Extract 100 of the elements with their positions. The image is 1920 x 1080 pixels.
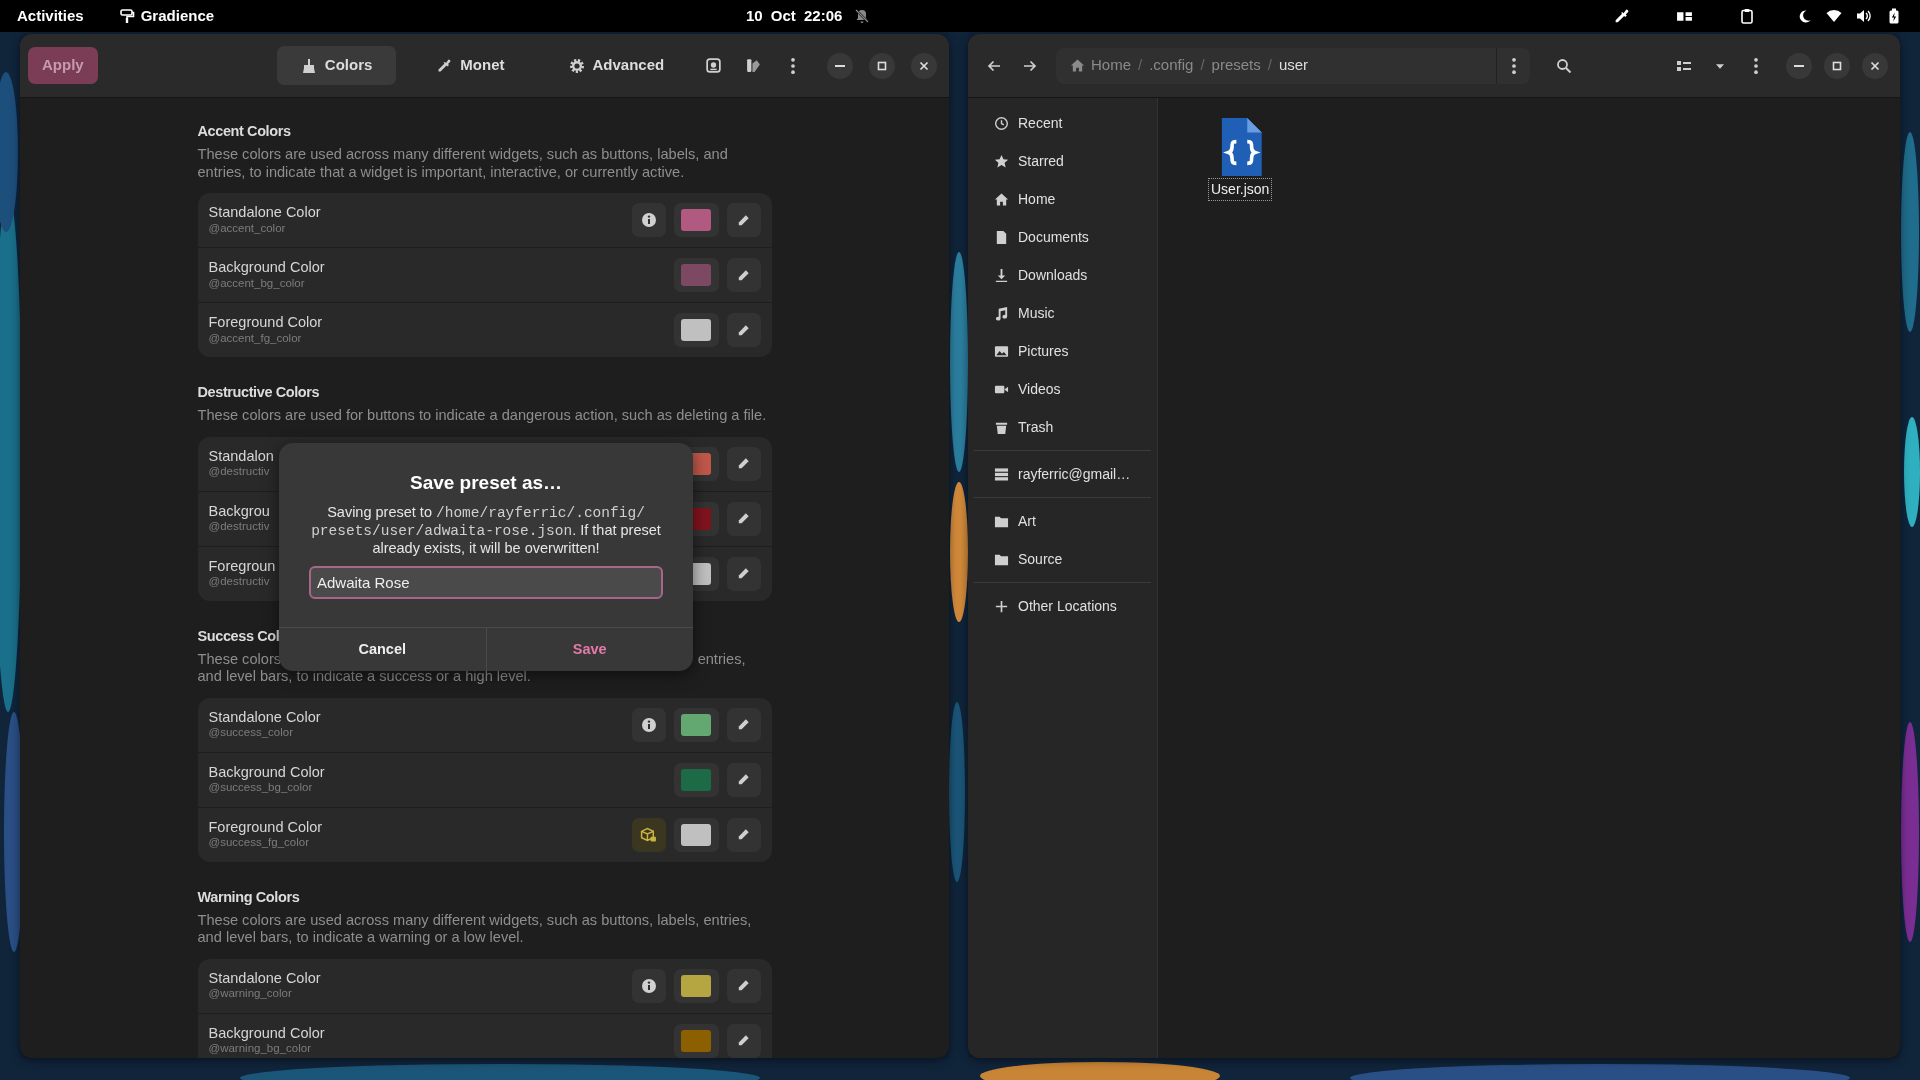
server-icon [994, 466, 1009, 482]
brush-icon [300, 57, 317, 74]
edit-button[interactable] [726, 1023, 761, 1058]
info-button[interactable] [631, 707, 666, 742]
sidebar-item[interactable]: Home [974, 180, 1151, 218]
app-menu-title[interactable]: Gradience [140, 4, 215, 28]
volume-icon[interactable] [1856, 8, 1872, 24]
eyedropper-icon [436, 57, 453, 74]
edit-button[interactable] [726, 817, 761, 852]
menu-icon [791, 57, 795, 74]
maximize-button[interactable] [1824, 52, 1850, 79]
close-button[interactable] [911, 52, 937, 79]
edit-button[interactable] [726, 203, 761, 237]
sidebar-item[interactable]: Trash [974, 408, 1151, 446]
variable-name: @destructiv [208, 575, 270, 590]
preset-name-field[interactable]: Adwaita Rose [309, 565, 663, 599]
activities-button[interactable]: Activities [17, 4, 84, 28]
minimize-button[interactable] [827, 52, 853, 79]
menu-icon [1511, 57, 1516, 74]
info-icon [640, 716, 657, 733]
pencil-icon [736, 772, 751, 787]
package-button[interactable] [631, 817, 666, 852]
sidebar-item[interactable]: Art [974, 502, 1151, 540]
variable-name: @success_fg_color [208, 836, 310, 851]
moon-icon[interactable] [1797, 8, 1812, 24]
wifi-icon[interactable] [1826, 8, 1842, 24]
info-button[interactable] [631, 968, 666, 1003]
sidebar-item[interactable]: Pictures [974, 332, 1151, 370]
row-title: Foregroun [208, 557, 276, 576]
color-button[interactable] [673, 707, 719, 742]
variable-name: @success_color [208, 726, 294, 741]
color-button[interactable] [673, 203, 719, 237]
edit-button[interactable] [726, 762, 761, 797]
path-crumb[interactable]: user [1274, 54, 1313, 77]
save-button[interactable]: Save [485, 628, 693, 671]
cancel-button[interactable]: Cancel [279, 628, 486, 671]
dialog-title: Save preset as… [409, 471, 563, 495]
maximize-button[interactable] [869, 52, 895, 79]
section-description: and level bars, to indicate a success or a high level. [197, 668, 531, 686]
pencil-icon [736, 717, 751, 732]
tab[interactable]: Advanced [544, 46, 689, 85]
gear-icon [568, 57, 585, 74]
edit-button[interactable] [726, 556, 761, 591]
row-title: Standalone Color [208, 969, 321, 988]
edit-button[interactable] [726, 258, 761, 292]
color-button[interactable] [673, 762, 719, 797]
sidebar-item[interactable]: Source [974, 540, 1151, 578]
file-name[interactable]: User.json [1208, 178, 1273, 201]
variable-name: @accent_bg_color [208, 276, 305, 291]
section-description: These colors are used across many different widgets, such as buttons, labels, and entries, to indicate that a widget is important, interactive, or currently active. [197, 146, 729, 181]
tab[interactable]: Monet [412, 46, 529, 85]
sidebar-item[interactable]: Music [974, 294, 1151, 332]
sidebar-item[interactable]: Documents [974, 218, 1151, 256]
edit-button[interactable] [726, 501, 761, 536]
path-crumb[interactable]: presets [1207, 54, 1265, 77]
close-button[interactable] [1862, 52, 1888, 79]
tab[interactable]: Colors [276, 46, 397, 85]
variable-name: @warning_bg_color [208, 1042, 311, 1057]
search-icon [1556, 57, 1572, 74]
sidebar-item[interactable]: rayferric@gmail… [974, 455, 1151, 493]
color-button[interactable] [673, 258, 719, 292]
info-icon [640, 212, 657, 228]
color-button[interactable] [673, 1023, 719, 1058]
clock-icon [994, 115, 1009, 131]
info-button[interactable] [631, 203, 666, 237]
edit-button[interactable] [726, 313, 761, 347]
row-title: Background Color [208, 763, 325, 782]
minimize-button[interactable] [1786, 52, 1812, 79]
variable-name: @success_bg_color [208, 781, 313, 796]
color-button[interactable] [673, 313, 719, 347]
star-icon [994, 153, 1009, 169]
edit-button[interactable] [726, 707, 761, 742]
paint-roller-icon [118, 8, 135, 24]
color-button[interactable] [673, 817, 719, 852]
pencil-icon [736, 978, 751, 993]
section-description: These colors are used across many different widgets, such as buttons, labels, entries, and level bars, to indicate a warning or a low level. [197, 911, 753, 947]
sidebar-item[interactable]: Downloads [974, 256, 1151, 294]
edit-button[interactable] [726, 968, 761, 1003]
home-icon [1070, 58, 1085, 73]
edit-button[interactable] [726, 446, 761, 481]
color-button[interactable] [673, 968, 719, 1003]
section-heading: Accent Colors [197, 122, 291, 140]
sidebar-item[interactable]: Starred [974, 142, 1151, 180]
sidebar-item[interactable]: Videos [974, 370, 1151, 408]
sidebar-item[interactable]: Recent [974, 104, 1151, 142]
path-separator: / [1137, 55, 1144, 76]
row-title: Foreground Color [208, 314, 323, 332]
bell-off-icon [854, 8, 871, 24]
path-crumb[interactable]: .config [1145, 54, 1198, 77]
sidebar-item[interactable]: Other Locations [974, 587, 1151, 625]
row-title: Foreground Color [208, 818, 323, 837]
eyedropper-icon[interactable] [1613, 7, 1630, 25]
row-title: Background Color [208, 1024, 325, 1043]
minimize-icon [835, 64, 845, 67]
path-separator: / [1199, 55, 1206, 76]
clipboard-icon[interactable] [1739, 8, 1755, 24]
variable-name: @accent_fg_color [208, 331, 302, 346]
dialog-message: Saving preset to /home/rayferric/.config/presets/user/adwaita-rose.json. If that preset already exists, it will be overwritten! [310, 503, 662, 557]
path-crumb[interactable]: Home [1066, 54, 1135, 77]
clock[interactable]: 10 Oct 22:06 [746, 4, 843, 28]
